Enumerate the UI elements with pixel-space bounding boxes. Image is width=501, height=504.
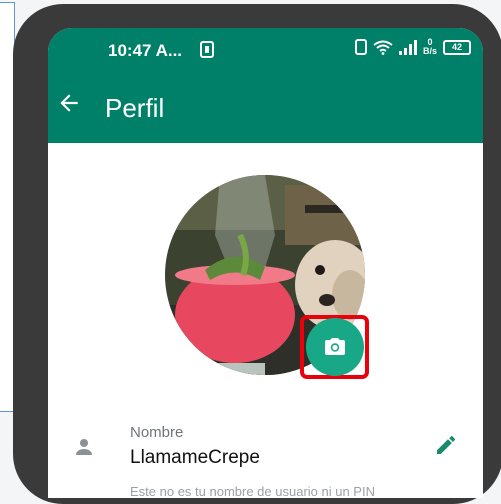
- name-row[interactable]: Nombre LlamameCrepe: [48, 418, 483, 478]
- signal-icon: [398, 39, 417, 55]
- name-label: Nombre: [130, 424, 184, 441]
- change-photo-button[interactable]: [306, 318, 364, 376]
- speed-unit: B/s: [422, 46, 437, 56]
- page-title: Perfil: [105, 93, 165, 123]
- status-time: 10:47 A...: [108, 41, 183, 60]
- app-header: 10:47 A... 0 B/s 42 Perfil: [48, 28, 483, 143]
- phone-screen: 10:47 A... 0 B/s 42 Perfil Nombre Llamam…: [48, 28, 483, 498]
- pencil-icon[interactable]: [434, 433, 458, 457]
- phone-frame: 10:47 A... 0 B/s 42 Perfil Nombre Llamam…: [13, 4, 501, 504]
- back-arrow-icon[interactable]: [56, 90, 82, 116]
- vibrate-icon: [354, 39, 367, 55]
- network-speed: 0 B/s: [423, 38, 437, 56]
- status-icons: 0 B/s 42: [354, 38, 471, 56]
- wifi-icon: [373, 40, 393, 55]
- battery-icon: 42: [443, 39, 471, 55]
- name-value: LlamameCrepe: [130, 447, 260, 468]
- name-info-text: Este no es tu nombre de usuario ni un PI…: [130, 484, 375, 498]
- battery-level: 42: [451, 41, 462, 52]
- camera-icon: [325, 338, 345, 355]
- person-icon: [76, 439, 92, 455]
- notification-app-icon: [200, 41, 214, 58]
